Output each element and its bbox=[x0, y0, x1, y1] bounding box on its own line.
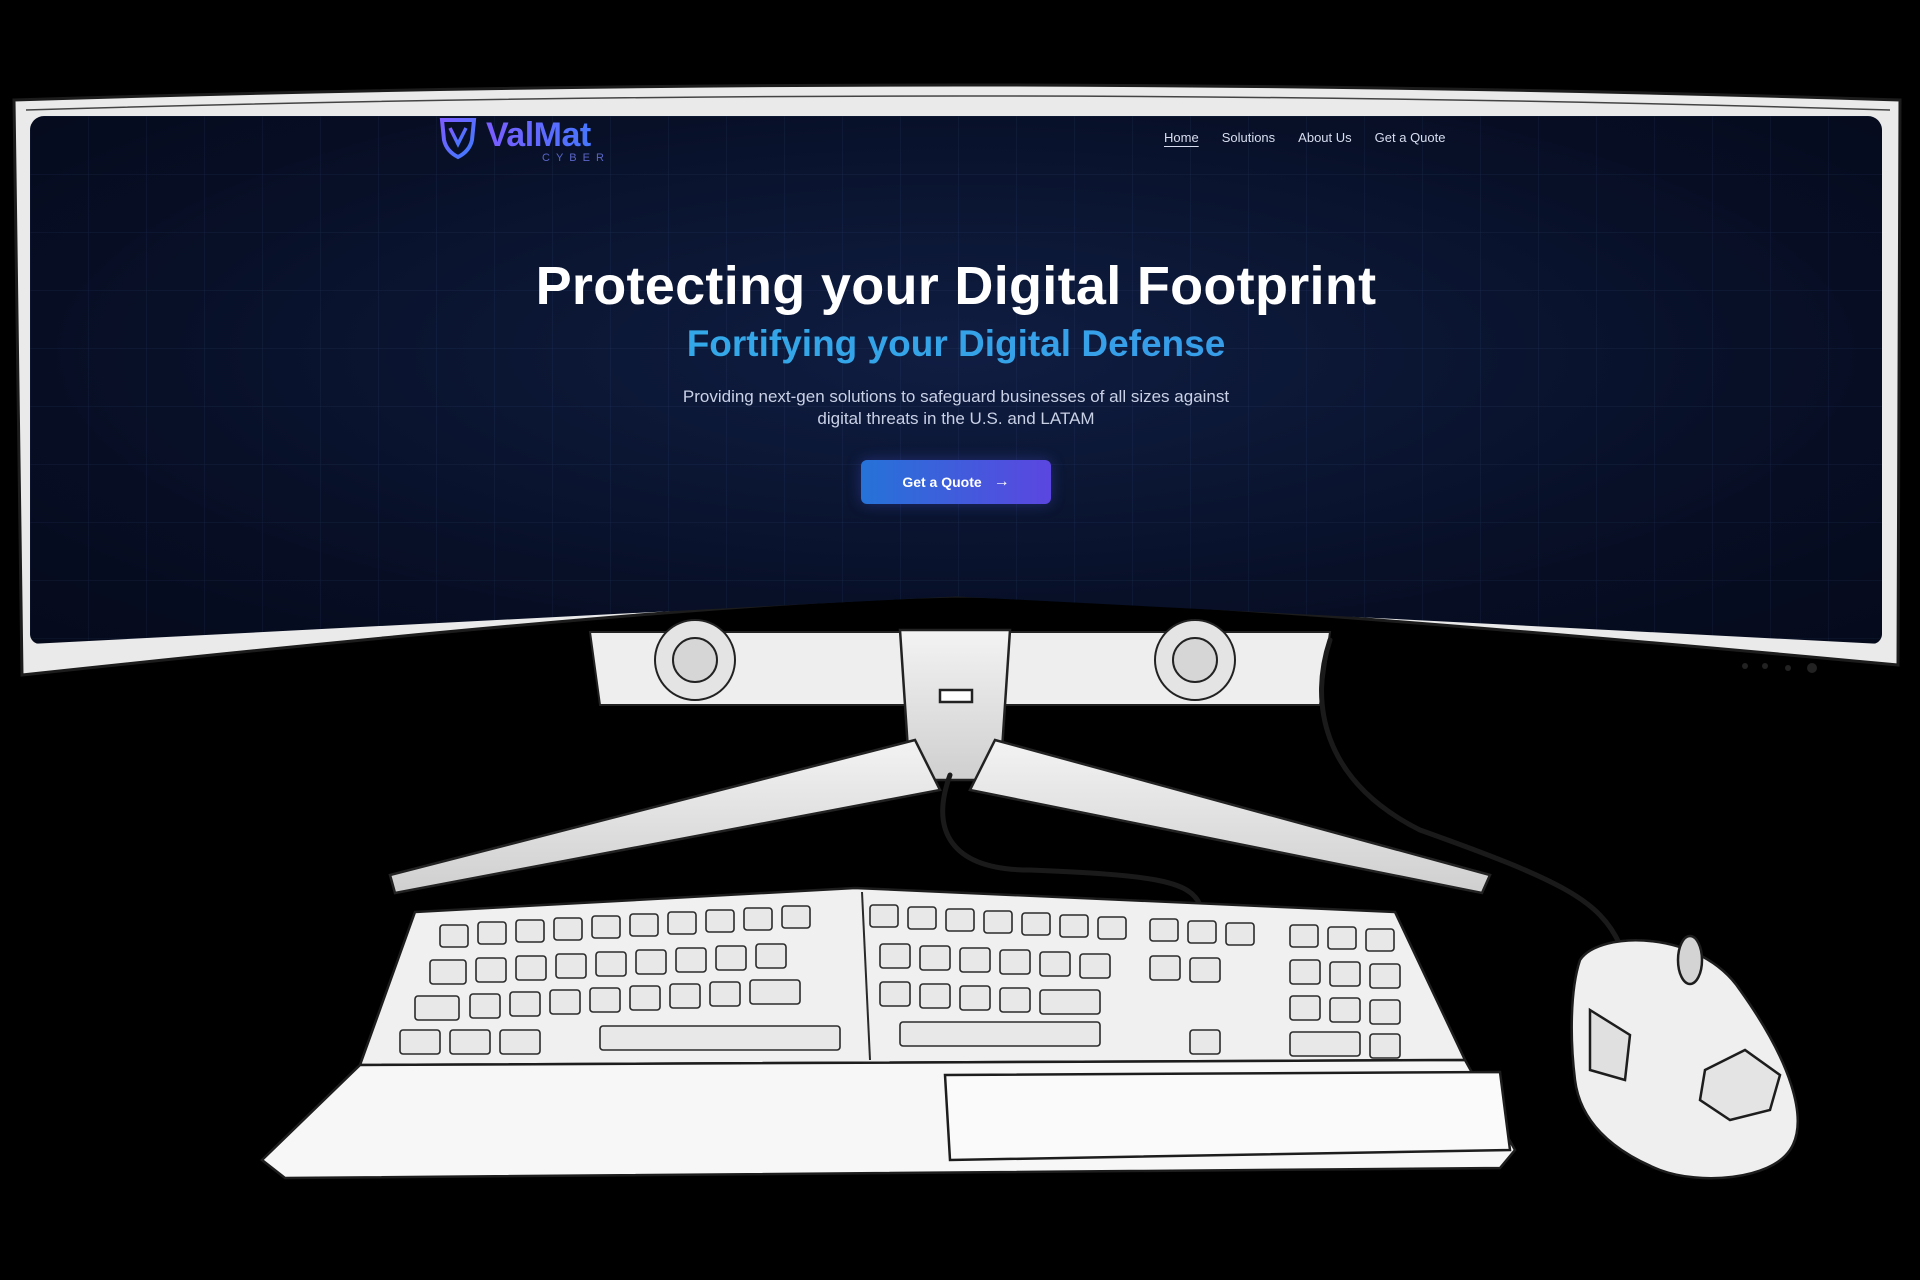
workstation-scene: ValMat CYBER Home Solutions About Us Get… bbox=[0, 0, 1920, 1280]
nav-get-a-quote[interactable]: Get a Quote bbox=[1375, 130, 1446, 145]
cta-label: Get a Quote bbox=[902, 474, 982, 490]
brand-tagline: CYBER bbox=[542, 152, 610, 164]
nav-home[interactable]: Home bbox=[1164, 130, 1199, 145]
shield-icon bbox=[439, 118, 477, 160]
hero-subtitle: Fortifying your Digital Defense bbox=[30, 320, 1882, 368]
mouse bbox=[1570, 934, 1799, 1180]
hero-title: Protecting your Digital Footprint bbox=[30, 254, 1882, 318]
main-nav: Home Solutions About Us Get a Quote bbox=[1164, 130, 1445, 145]
get-a-quote-button[interactable]: Get a Quote → bbox=[861, 460, 1051, 504]
brand-logo[interactable]: ValMat CYBER bbox=[438, 116, 610, 164]
hero-description: Providing next-gen solutions to safeguar… bbox=[682, 387, 1230, 428]
hero-title-text: Protecting your Digital Footprint bbox=[535, 256, 1377, 316]
brand-name: ValMat bbox=[486, 116, 610, 154]
nav-solutions[interactable]: Solutions bbox=[1222, 130, 1275, 145]
site-header: ValMat CYBER Home Solutions About Us Get… bbox=[30, 116, 1882, 206]
arrow-right-icon: → bbox=[993, 473, 1010, 490]
brand-wordmark: ValMat CYBER bbox=[486, 116, 610, 164]
hero-section: Protecting your Digital Footprint Fortif… bbox=[30, 254, 1882, 504]
monitor-screen: ValMat CYBER Home Solutions About Us Get… bbox=[30, 116, 1882, 644]
nav-about-us[interactable]: About Us bbox=[1298, 130, 1351, 145]
keyboard bbox=[260, 886, 1517, 1180]
